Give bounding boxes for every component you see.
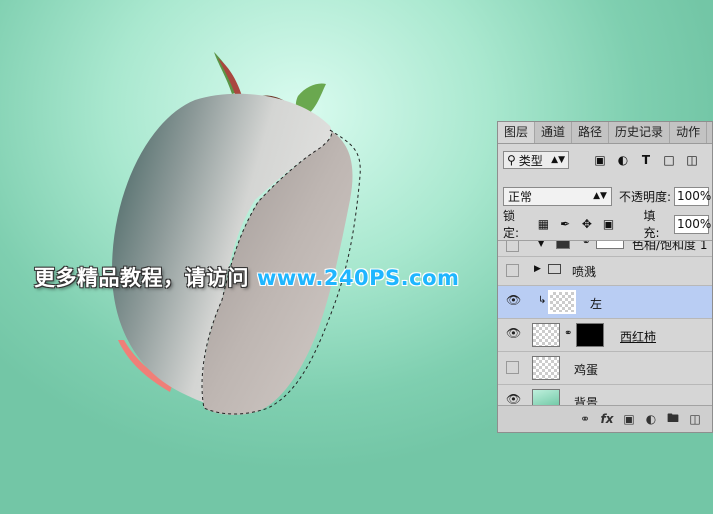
layer-row-group-splash[interactable]: ▶ 喷溅 (498, 257, 712, 286)
layer-name: 左 (590, 297, 603, 311)
layer-row-egg[interactable]: 鸡蛋 (498, 352, 712, 385)
chevron-updown-icon: ▲▼ (551, 155, 565, 165)
eye-icon[interactable]: 👁 (506, 393, 521, 405)
layer-row-left[interactable]: 👁 ↳ 左 (498, 286, 712, 319)
mask-thumbnail (576, 323, 604, 347)
chain-icon: ⚭ (582, 240, 591, 248)
layer-thumbnail (532, 356, 560, 380)
fill-input[interactable]: 100% (673, 214, 711, 234)
tab-layers[interactable]: 图层 (498, 122, 536, 143)
layer-row-tomato[interactable]: 👁 ⚭ 西红柿 (498, 319, 712, 352)
fill-label: 填充: (643, 209, 660, 240)
chevron-right-icon: ▶ (534, 264, 541, 274)
lock-transparent-icon[interactable]: ▦ (537, 217, 551, 231)
layers-panel: 图层 通道 路径 历史记录 动作 ⚲ 类型 ▲▼ ▣ ◐ T □ ◫ 正常 ▲▼… (497, 121, 713, 433)
panel-tabs: 图层 通道 路径 历史记录 动作 (498, 122, 712, 144)
layer-name: 背景 (574, 396, 599, 405)
adjustment-icon[interactable]: ◐ (614, 151, 632, 169)
watermark-url: www.240PS.com (257, 266, 460, 290)
visibility-toggle[interactable] (506, 264, 519, 277)
tab-history[interactable]: 历史记录 (609, 122, 671, 143)
panel-bottom-bar: ⚭ fx ▣ ◐ 🖿 ◫ (498, 405, 712, 432)
layer-thumbnail (548, 290, 576, 314)
layer-row-background[interactable]: 👁 背景 (498, 385, 712, 405)
mask-thumbnail (596, 241, 624, 249)
layer-name: 喷溅 (572, 265, 597, 279)
folder-icon (548, 264, 561, 274)
opacity-label: 不透明度: (618, 189, 671, 204)
shape-icon[interactable]: □ (660, 151, 678, 169)
adjustment-layer-icon[interactable]: ◐ (640, 412, 662, 426)
layer-name: 西红柿 (620, 330, 657, 344)
smart-object-icon[interactable]: ◫ (683, 151, 701, 169)
eye-icon[interactable]: 👁 (506, 294, 521, 308)
blend-mode-select[interactable]: 正常 ▲▼ (503, 186, 612, 206)
filter-label: 类型 (518, 153, 543, 168)
visibility-toggle[interactable] (506, 241, 519, 252)
lock-move-icon[interactable]: ✥ (580, 217, 594, 231)
adjustment-thumbnail (556, 241, 570, 249)
layers-list: ▼ ⚭ 色相/饱和度 1 ▶ 喷溅 👁 ↳ 左 👁 ⚭ 西红柿 鸡蛋 👁 背景 (498, 240, 712, 405)
layer-name: 鸡蛋 (574, 363, 599, 377)
type-icon[interactable]: T (637, 151, 655, 169)
chevron-updown-icon: ▲▼ (593, 191, 607, 201)
layer-filter-select[interactable]: ⚲ 类型 ▲▼ (503, 151, 569, 169)
image-icon[interactable]: ▣ (591, 151, 609, 169)
new-group-icon[interactable]: 🖿 (662, 409, 684, 430)
tab-paths[interactable]: 路径 (572, 122, 610, 143)
link-icon[interactable]: ⚭ (574, 412, 596, 426)
layer-row-hue-saturation[interactable]: ▼ ⚭ 色相/饱和度 1 (498, 240, 712, 257)
new-layer-icon[interactable]: ◫ (684, 412, 706, 426)
tab-channels[interactable]: 通道 (535, 122, 573, 143)
blend-row: 正常 ▲▼ 不透明度: 100% (503, 186, 711, 206)
eye-icon[interactable]: 👁 (506, 327, 521, 341)
lock-paint-icon[interactable]: ✒ (558, 217, 572, 231)
lock-row: 锁定: ▦ ✒ ✥ ▣ 填充: 100% (503, 209, 711, 240)
layer-name: 色相/饱和度 1 (632, 240, 708, 252)
layer-thumbnail (532, 389, 560, 405)
add-mask-icon[interactable]: ▣ (618, 412, 640, 426)
opacity-input[interactable]: 100% (674, 186, 711, 206)
fx-icon[interactable]: fx (596, 412, 618, 426)
filter-row: ⚲ 类型 ▲▼ ▣ ◐ T □ ◫ (503, 150, 709, 170)
tab-actions[interactable]: 动作 (670, 122, 708, 143)
clip-arrow-icon: ↳ (538, 295, 547, 306)
layer-thumbnail (532, 323, 560, 347)
lock-all-icon[interactable]: ▣ (602, 217, 616, 231)
chain-icon: ⚭ (564, 328, 573, 339)
lock-label: 锁定: (503, 209, 520, 240)
blend-mode-value: 正常 (508, 189, 533, 204)
visibility-toggle[interactable] (506, 361, 519, 374)
chevron-down-icon: ▼ (538, 240, 545, 248)
watermark-cn: 更多精品教程，请访问 (34, 266, 249, 290)
search-icon: ⚲ (507, 153, 516, 167)
watermark: 更多精品教程，请访问 www.240PS.com (34, 262, 459, 292)
